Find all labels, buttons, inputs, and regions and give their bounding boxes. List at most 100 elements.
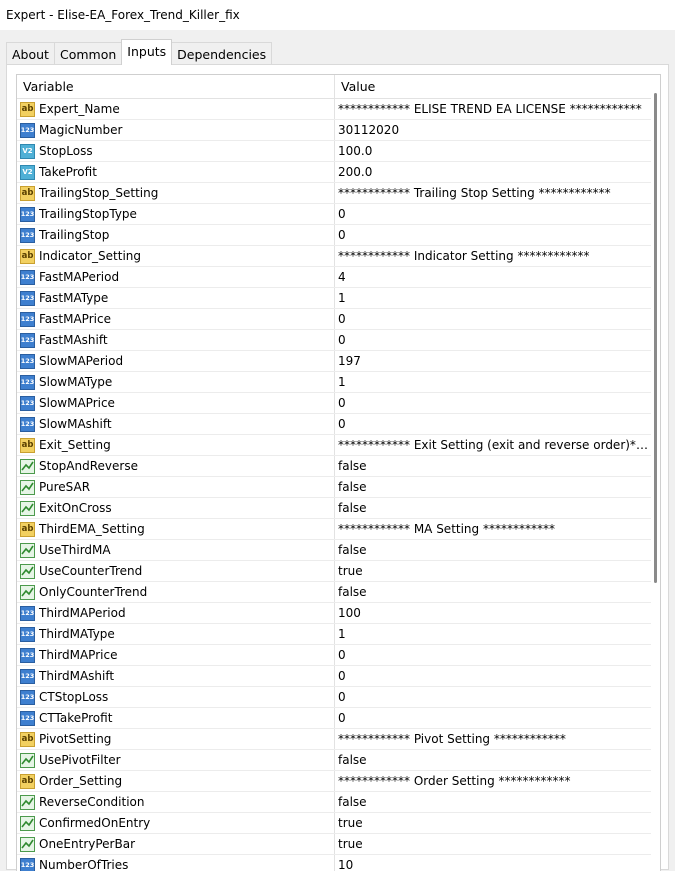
- table-row[interactable]: OnlyCounterTrendfalse: [17, 582, 651, 603]
- value-cell[interactable]: 0: [335, 309, 651, 329]
- table-row[interactable]: abThirdEMA_Setting************ MA Settin…: [17, 519, 651, 540]
- table-row[interactable]: OneEntryPerBartrue: [17, 834, 651, 855]
- table-row[interactable]: abOrder_Setting************ Order Settin…: [17, 771, 651, 792]
- value-cell[interactable]: 200.0: [335, 162, 651, 182]
- column-header-variable[interactable]: Variable: [17, 75, 335, 99]
- value-cell[interactable]: 1: [335, 288, 651, 308]
- boolean-type-icon: [20, 753, 35, 768]
- table-row[interactable]: 123TrailingStop0: [17, 225, 651, 246]
- table-row[interactable]: abExpert_Name************ ELISE TREND EA…: [17, 99, 651, 120]
- table-row[interactable]: 123FastMAType1: [17, 288, 651, 309]
- table-row[interactable]: 123TrailingStopType0: [17, 204, 651, 225]
- value-cell[interactable]: ************ ELISE TREND EA LICENSE ****…: [335, 99, 651, 119]
- variable-cell: V2StopLoss: [17, 141, 335, 161]
- value-cell[interactable]: false: [335, 792, 651, 812]
- table-row[interactable]: V2StopLoss100.0: [17, 141, 651, 162]
- variable-cell: 123SlowMAType: [17, 372, 335, 392]
- variable-name: FastMAPeriod: [39, 270, 119, 284]
- value-cell[interactable]: ************ Pivot Setting ************: [335, 729, 651, 749]
- value-text: true: [338, 564, 363, 578]
- value-cell[interactable]: false: [335, 498, 651, 518]
- variable-cell: 123CTStopLoss: [17, 687, 335, 707]
- value-cell[interactable]: 1: [335, 624, 651, 644]
- table-row[interactable]: ReverseConditionfalse: [17, 792, 651, 813]
- table-row[interactable]: 123SlowMAPeriod197: [17, 351, 651, 372]
- value-cell[interactable]: false: [335, 582, 651, 602]
- value-text: ************ Order Setting ************: [338, 774, 571, 788]
- table-row[interactable]: UseThirdMAfalse: [17, 540, 651, 561]
- table-row[interactable]: 123CTTakeProfit0: [17, 708, 651, 729]
- value-cell[interactable]: 0: [335, 204, 651, 224]
- table-row[interactable]: UseCounterTrendtrue: [17, 561, 651, 582]
- table-row[interactable]: 123ThirdMAshift0: [17, 666, 651, 687]
- value-cell[interactable]: 100: [335, 603, 651, 623]
- table-row[interactable]: 123FastMAPeriod4: [17, 267, 651, 288]
- table-row[interactable]: abTrailingStop_Setting************ Trail…: [17, 183, 651, 204]
- value-cell[interactable]: false: [335, 477, 651, 497]
- vertical-scrollbar[interactable]: [651, 75, 660, 871]
- table-row[interactable]: abExit_Setting************ Exit Setting …: [17, 435, 651, 456]
- table-row[interactable]: 123SlowMAPrice0: [17, 393, 651, 414]
- table-row[interactable]: ExitOnCrossfalse: [17, 498, 651, 519]
- tab-common[interactable]: Common: [54, 42, 122, 65]
- value-cell[interactable]: 0: [335, 708, 651, 728]
- value-cell[interactable]: 0: [335, 330, 651, 350]
- table-row[interactable]: V2TakeProfit200.0: [17, 162, 651, 183]
- value-cell[interactable]: true: [335, 561, 651, 581]
- value-cell[interactable]: 197: [335, 351, 651, 371]
- value-cell[interactable]: ************ Order Setting ************: [335, 771, 651, 791]
- tab-dependencies[interactable]: Dependencies: [171, 42, 272, 65]
- value-cell[interactable]: true: [335, 834, 651, 854]
- table-row[interactable]: 123NumberOfTries10: [17, 855, 651, 871]
- table-row[interactable]: 123ThirdMAType1: [17, 624, 651, 645]
- table-row[interactable]: 123FastMAPrice0: [17, 309, 651, 330]
- value-cell[interactable]: 0: [335, 393, 651, 413]
- tab-about[interactable]: About: [6, 42, 55, 65]
- variable-name: PivotSetting: [39, 732, 111, 746]
- value-cell[interactable]: ************ Exit Setting (exit and reve…: [335, 435, 651, 455]
- value-cell[interactable]: ************ Indicator Setting *********…: [335, 246, 651, 266]
- table-row[interactable]: abIndicator_Setting************ Indicato…: [17, 246, 651, 267]
- value-cell[interactable]: 1: [335, 372, 651, 392]
- boolean-type-icon: [20, 543, 35, 558]
- value-cell[interactable]: false: [335, 540, 651, 560]
- value-cell[interactable]: ************ MA Setting ************: [335, 519, 651, 539]
- variable-name: SlowMAPeriod: [39, 354, 123, 368]
- value-text: 0: [338, 228, 346, 242]
- table-row[interactable]: ab PivotSetting ************ Pivot Setting…: [17, 729, 651, 750]
- table-row[interactable]: 123ThirdMAPeriod100: [17, 603, 651, 624]
- integer-type-icon: 123: [20, 690, 35, 705]
- value-cell[interactable]: 0: [335, 225, 651, 245]
- value-cell[interactable]: 0: [335, 645, 651, 665]
- table-row[interactable]: 123ThirdMAPrice0: [17, 645, 651, 666]
- tab-inputs[interactable]: Inputs: [121, 39, 172, 65]
- value-cell[interactable]: false: [335, 750, 651, 770]
- variable-cell: abOrder_Setting: [17, 771, 335, 791]
- table-row[interactable]: UsePivotFilterfalse: [17, 750, 651, 771]
- table-row[interactable]: 123SlowMAshift0: [17, 414, 651, 435]
- value-text: 200.0: [338, 165, 372, 179]
- string-type-icon: ab: [20, 732, 35, 747]
- value-cell[interactable]: true: [335, 813, 651, 833]
- value-cell[interactable]: 4: [335, 267, 651, 287]
- integer-type-icon: 123: [20, 858, 35, 871]
- table-row[interactable]: 123FastMAshift0: [17, 330, 651, 351]
- value-cell[interactable]: 0: [335, 666, 651, 686]
- table-row[interactable]: ConfirmedOnEntrytrue: [17, 813, 651, 834]
- table-row[interactable]: 123MagicNumber30112020: [17, 120, 651, 141]
- integer-type-icon: 123: [20, 333, 35, 348]
- table-row[interactable]: 123CTStopLoss0: [17, 687, 651, 708]
- value-cell[interactable]: ************ Trailing Stop Setting *****…: [335, 183, 651, 203]
- value-cell[interactable]: 0: [335, 687, 651, 707]
- value-cell[interactable]: 0: [335, 414, 651, 434]
- variable-name: TakeProfit: [39, 165, 97, 179]
- table-row[interactable]: PureSARfalse: [17, 477, 651, 498]
- value-cell[interactable]: 100.0: [335, 141, 651, 161]
- scrollbar-thumb[interactable]: [654, 93, 657, 583]
- value-cell[interactable]: 30112020: [335, 120, 651, 140]
- value-cell[interactable]: false: [335, 456, 651, 476]
- value-cell[interactable]: 10: [335, 855, 651, 871]
- table-row[interactable]: 123SlowMAType1: [17, 372, 651, 393]
- column-header-value[interactable]: Value: [335, 75, 650, 99]
- table-row[interactable]: StopAndReversefalse: [17, 456, 651, 477]
